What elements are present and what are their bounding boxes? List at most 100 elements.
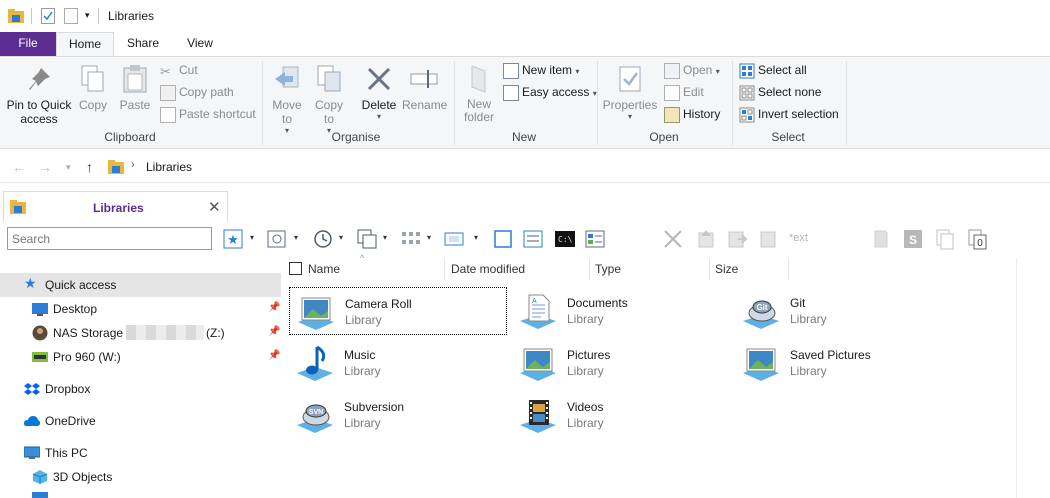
rename-batch-icon[interactable] — [758, 228, 780, 250]
nav-label: Dropbox — [45, 382, 91, 396]
new-item-button[interactable]: New item ▾ — [503, 61, 579, 81]
nav-item-this-pc[interactable]: This PC — [0, 441, 281, 465]
zero-size-file-icon[interactable]: 0 — [966, 228, 988, 250]
pin-icon[interactable]: 📌 — [268, 302, 280, 313]
column-header-size[interactable]: Size — [715, 258, 738, 282]
nav-item-nas-storage[interactable]: NAS Storage (\ (Z:) 📌 — [0, 321, 281, 345]
breadcrumb-chevron-icon[interactable]: › — [131, 159, 135, 171]
picture-library-icon — [298, 297, 334, 330]
tab-file[interactable]: File — [0, 32, 56, 56]
properties-icon — [619, 66, 641, 92]
nav-item-pro-960[interactable]: Pro 960 (W:) 📌 — [0, 345, 281, 369]
properties-button[interactable]: Properties ▾ — [602, 63, 658, 121]
easy-access-button[interactable]: Easy access ▾ — [503, 83, 597, 103]
library-tile-git[interactable]: Git Git Library — [735, 287, 953, 335]
library-tile-camera-roll[interactable]: Camera Roll Library — [289, 287, 507, 335]
library-tile-pictures[interactable]: Pictures Library — [512, 339, 730, 387]
copy-path-button[interactable]: Copy path — [160, 83, 234, 103]
grid-view-icon[interactable] — [400, 228, 422, 250]
copy-to-icon — [317, 65, 341, 92]
search-box[interactable] — [7, 227, 212, 250]
duplicate-icon[interactable] — [934, 228, 956, 250]
move-icon[interactable] — [726, 228, 748, 250]
recent-dropdown-icon[interactable]: ▾ — [339, 233, 343, 242]
new-folder-icon[interactable] — [64, 8, 78, 24]
library-tile-documents[interactable]: A Documents Library — [512, 287, 730, 335]
pin-to-quick-access-button[interactable]: Pin to Quick access — [4, 63, 74, 126]
preview-pane-icon[interactable] — [492, 228, 514, 250]
extension-filter-label[interactable]: *ext — [789, 232, 808, 244]
recent-locations-icon[interactable]: ▾ — [66, 162, 71, 173]
copy-button[interactable]: Copy — [76, 63, 110, 112]
picture-library-icon — [520, 348, 556, 381]
open-button[interactable]: Open ▾ — [664, 61, 720, 81]
paste-button[interactable]: Paste — [117, 63, 153, 112]
paste-shortcut-button[interactable]: Paste shortcut — [160, 105, 256, 125]
library-name: Documents — [567, 296, 628, 310]
page-icon[interactable] — [870, 228, 892, 250]
move-to-button[interactable]: Move to ▾ — [270, 63, 304, 135]
nav-label: OneDrive — [45, 414, 96, 428]
close-tab-icon[interactable]: ✕ — [208, 198, 221, 216]
history-button[interactable]: History — [664, 105, 720, 125]
film-strip-icon[interactable] — [443, 228, 465, 250]
nav-item-dropbox[interactable]: Dropbox — [0, 377, 281, 401]
favorites-dropdown-icon[interactable]: ▾ — [250, 233, 254, 242]
column-header-name[interactable]: Name — [308, 258, 340, 282]
copy-windows-icon[interactable] — [356, 228, 378, 250]
nav-item-3d-objects[interactable]: 3D Objects — [0, 465, 281, 489]
settings-panel-icon[interactable] — [522, 228, 544, 250]
column-header-date-modified[interactable]: Date modified — [451, 258, 525, 282]
edit-button[interactable]: Edit — [664, 83, 704, 103]
select-none-button[interactable]: Select none — [739, 83, 821, 103]
breadcrumb-libraries[interactable]: Libraries — [146, 160, 192, 174]
library-tile-subversion[interactable]: SVN Subversion Library — [289, 391, 507, 439]
up-arrow-icon[interactable]: ↑ — [86, 159, 93, 175]
nav-item-quick-access[interactable]: ★ Quick access — [0, 273, 281, 297]
command-prompt-icon[interactable]: C:\ — [554, 228, 576, 250]
new-folder-button[interactable]: New folder — [460, 63, 498, 124]
select-all-checkbox[interactable] — [289, 262, 302, 275]
search-input[interactable] — [8, 228, 211, 249]
copy-to-button[interactable]: Copy to ▾ — [312, 63, 346, 135]
favorites-star-icon[interactable]: ★ — [222, 228, 244, 250]
libraries-icon — [10, 200, 26, 214]
grid-dropdown-icon[interactable]: ▾ — [427, 233, 431, 242]
delete-x-icon[interactable] — [662, 228, 684, 250]
tab-share[interactable]: Share — [120, 32, 166, 56]
library-tile-music[interactable]: Music Library — [289, 339, 507, 387]
nav-item-onedrive[interactable]: OneDrive — [0, 409, 281, 433]
customize-quick-access-icon[interactable]: ▾ — [85, 10, 90, 21]
pin-icon[interactable]: 📌 — [268, 326, 280, 337]
tab-home[interactable]: Home — [56, 32, 114, 57]
nav-label: This PC — [45, 446, 88, 460]
library-type: Library — [344, 416, 381, 430]
film-dropdown-icon[interactable]: ▾ — [474, 233, 478, 242]
library-tile-videos[interactable]: Videos Library — [512, 391, 730, 439]
library-name: Git — [790, 296, 806, 310]
library-name: Pictures — [567, 348, 611, 362]
history-folder-icon[interactable] — [266, 228, 288, 250]
copy-dropdown-icon[interactable]: ▾ — [383, 233, 387, 242]
select-all-button[interactable]: Select all — [739, 61, 807, 81]
invert-selection-button[interactable]: Invert selection — [739, 105, 839, 125]
history-dropdown-icon[interactable]: ▾ — [294, 233, 298, 242]
cut-button[interactable]: ✂ Cut — [160, 61, 198, 81]
back-arrow-icon[interactable]: ← — [12, 159, 26, 175]
rename-button[interactable]: Rename — [402, 63, 447, 112]
document-tab[interactable]: Libraries ✕ — [3, 191, 228, 222]
library-tile-saved-pictures[interactable]: Saved Pictures Library — [735, 339, 953, 387]
forward-arrow-icon[interactable]: → — [38, 159, 52, 175]
properties-icon[interactable] — [41, 8, 55, 24]
recent-clock-icon[interactable] — [312, 228, 334, 250]
nav-item-desktop[interactable]: Desktop 📌 — [0, 297, 281, 321]
pin-icon[interactable]: 📌 — [268, 350, 280, 361]
delete-button[interactable]: Delete ▾ — [361, 63, 397, 121]
edit-label: Edit — [683, 85, 704, 99]
details-list-icon[interactable] — [584, 228, 606, 250]
sublime-icon[interactable]: S — [902, 228, 924, 250]
column-header-type[interactable]: Type — [595, 258, 621, 282]
folder-icon — [8, 9, 24, 23]
tab-view[interactable]: View — [178, 32, 222, 56]
move-up-icon[interactable] — [695, 228, 717, 250]
